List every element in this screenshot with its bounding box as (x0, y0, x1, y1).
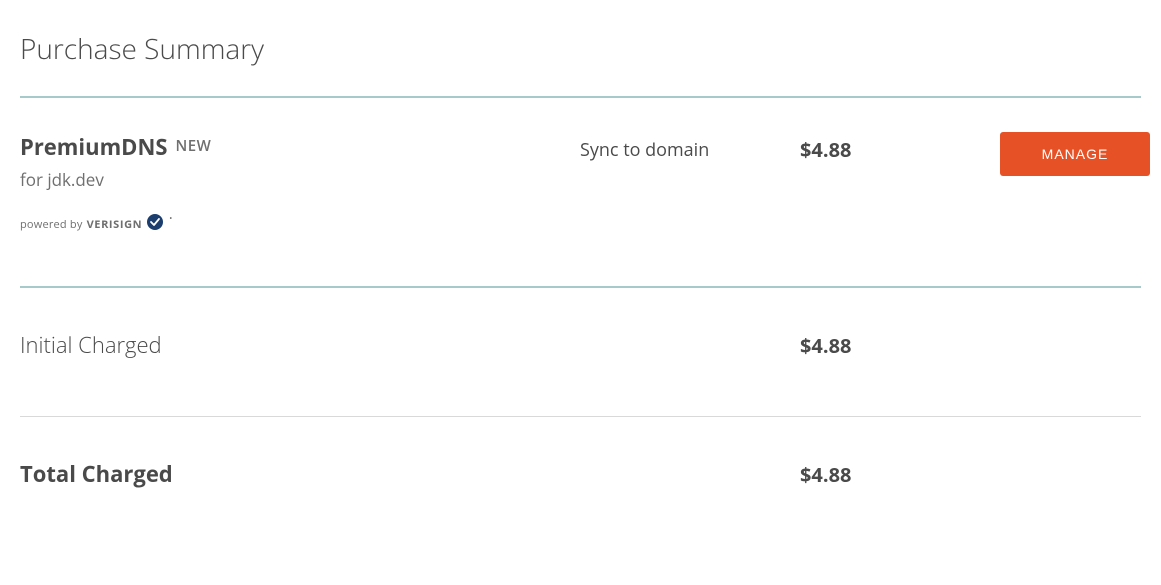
purchase-summary: Purchase Summary PremiumDNS NEW for jdk.… (0, 0, 1161, 585)
product-name: PremiumDNS (20, 132, 167, 162)
powered-by-row: powered by VERISIGN • (20, 213, 580, 236)
page-title: Purchase Summary (20, 30, 1141, 68)
initial-charged-label: Initial Charged (20, 330, 580, 360)
manage-button[interactable]: MANAGE (1000, 132, 1150, 176)
product-name-row: PremiumDNS NEW (20, 132, 580, 162)
initial-charged-row: Initial Charged $4.88 (20, 288, 1141, 416)
product-column: PremiumDNS NEW for jdk.dev powered by VE… (20, 132, 580, 236)
product-subtitle: for jdk.dev (20, 168, 580, 191)
line-item: PremiumDNS NEW for jdk.dev powered by VE… (20, 98, 1141, 286)
total-charged-label: Total Charged (20, 459, 580, 489)
action-column: MANAGE (990, 132, 1150, 176)
total-charged-row: Total Charged $4.88 (20, 417, 1141, 545)
new-badge: NEW (175, 136, 211, 156)
for-prefix: for (20, 168, 47, 191)
verisign-icon (146, 213, 164, 236)
product-domain: jdk.dev (47, 168, 104, 191)
powered-by-text: powered by (20, 217, 83, 232)
duration-column: Sync to domain (580, 132, 800, 162)
total-charged-price: $4.88 (800, 461, 990, 488)
initial-charged-price: $4.88 (800, 332, 990, 359)
registered-mark: • (169, 213, 172, 224)
price-column: $4.88 (800, 132, 990, 163)
powered-by-brand: VERISIGN (87, 217, 143, 232)
